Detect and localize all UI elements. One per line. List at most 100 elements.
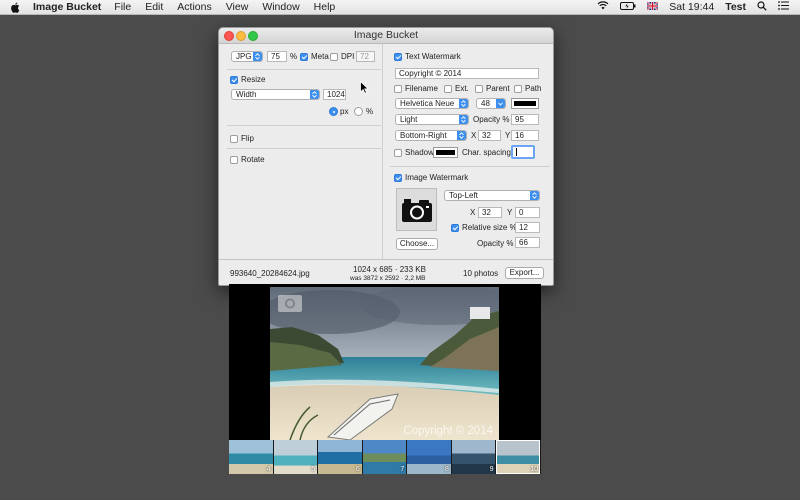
menu-view[interactable]: View [226, 1, 249, 13]
shadow-checkbox[interactable] [394, 149, 402, 157]
thumbnail-number: 9 [489, 466, 494, 473]
resize-mode-popup[interactable]: Width [231, 89, 320, 100]
camera-icon [401, 198, 432, 222]
apple-menu-icon[interactable] [10, 1, 24, 13]
text-opacity-label: Opacity % [473, 115, 510, 124]
menu-help[interactable]: Help [314, 1, 336, 13]
relative-size-field[interactable]: 12 [515, 222, 540, 233]
thumbnail[interactable]: 7 [362, 440, 407, 474]
text-x-field[interactable]: 32 [478, 130, 501, 141]
chevron-updown-icon [310, 90, 319, 99]
text-y-label: Y [505, 131, 511, 140]
resize-mode-value: Width [236, 90, 257, 99]
image-position-popup[interactable]: Top-Left [444, 190, 540, 201]
thumbnail[interactable]: 4 [229, 440, 273, 474]
font-value: Helvetica Neue [400, 99, 455, 108]
thumbnail[interactable]: 8 [407, 440, 451, 474]
wifi-icon[interactable] [597, 1, 609, 13]
mouse-pointer-icon [360, 80, 370, 97]
quality-field[interactable]: 75 [267, 51, 287, 62]
title-bar[interactable]: Image Bucket [219, 28, 553, 44]
resize-label: Resize [241, 75, 266, 84]
dpi-checkbox[interactable] [330, 53, 338, 61]
watermark-image-well[interactable] [396, 188, 437, 231]
image-opacity-field[interactable]: 66 [515, 237, 540, 248]
flip-checkbox[interactable] [230, 135, 238, 143]
font-weight-popup[interactable]: Light [395, 114, 469, 125]
menu-window[interactable]: Window [262, 1, 299, 13]
format-popup[interactable]: JPG [231, 51, 263, 62]
image-position-value: Top-Left [449, 191, 478, 200]
uk-flag-icon[interactable] [646, 1, 659, 13]
char-spacing-label: Char. spacing [462, 148, 511, 157]
chevron-updown-icon [530, 191, 539, 200]
unit-percent-radio[interactable] [354, 107, 363, 116]
separator [227, 148, 381, 149]
thumbnail[interactable]: 6 [318, 440, 362, 474]
relative-size-checkbox[interactable] [451, 224, 459, 232]
panel-divider [382, 44, 383, 259]
image-watermark-label: Image Watermark [405, 173, 469, 182]
rotate-label: Rotate [241, 155, 265, 164]
battery-icon[interactable] [620, 1, 636, 13]
clock[interactable]: Sat 19:44 [669, 1, 714, 13]
spotlight-search-icon[interactable] [757, 0, 767, 14]
user-menu[interactable]: Test [725, 1, 746, 13]
export-button[interactable]: Export... [505, 267, 544, 279]
resize-checkbox[interactable] [230, 76, 238, 84]
chevron-updown-icon [459, 99, 468, 108]
chevron-updown-icon [459, 115, 468, 124]
parent-checkbox[interactable] [475, 85, 483, 93]
text-position-popup[interactable]: Bottom-Right [395, 130, 467, 141]
unit-px-radio[interactable] [329, 107, 338, 116]
ext-label: Ext. [455, 84, 469, 93]
resize-value-field[interactable]: 1024 [323, 89, 346, 100]
shadow-color-well[interactable] [433, 147, 458, 158]
watermark-text-field[interactable]: Copyright © 2014 [395, 68, 539, 79]
chevron-down-icon [496, 99, 505, 108]
preview-photo[interactable]: Copyright © 2014 [270, 287, 499, 440]
text-opacity-field[interactable]: 95 [511, 114, 539, 125]
font-popup[interactable]: Helvetica Neue [395, 98, 469, 109]
ext-checkbox[interactable] [444, 85, 452, 93]
menu-bar: Image Bucket File Edit Actions View Wind… [0, 0, 800, 15]
image-x-field[interactable]: 32 [478, 207, 502, 218]
shadow-label: Shadow [405, 148, 434, 157]
filename-checkbox[interactable] [394, 85, 402, 93]
dpi-label: DPI [341, 52, 355, 61]
menu-actions[interactable]: Actions [177, 1, 211, 13]
thumbnail-selected[interactable]: 10 [496, 440, 541, 474]
photo-count: 10 photos [463, 269, 499, 278]
thumbnail-number: 5 [311, 466, 316, 473]
image-bucket-window: Image Bucket JPG 75 % Meta DPI 72 Resize… [218, 27, 554, 286]
app-menu[interactable]: Image Bucket [33, 1, 101, 13]
unit-percent-label: % [366, 107, 374, 116]
rotate-checkbox[interactable] [230, 156, 238, 164]
char-spacing-field[interactable] [511, 145, 535, 159]
thumbnail-number: 10 [530, 466, 539, 473]
thumbnail[interactable]: 9 [451, 440, 496, 474]
dpi-field[interactable]: 72 [356, 51, 375, 62]
image-watermark-checkbox[interactable] [394, 174, 402, 182]
thumbnail[interactable]: 5 [273, 440, 318, 474]
path-checkbox[interactable] [514, 85, 522, 93]
text-watermark-checkbox[interactable] [394, 53, 402, 61]
format-value: JPG [236, 52, 252, 61]
font-size-combo[interactable]: 48 [476, 98, 506, 109]
menu-edit[interactable]: Edit [145, 1, 163, 13]
font-size-value: 48 [481, 99, 490, 108]
image-opacity-label: Opacity % [477, 239, 514, 248]
current-dimensions: 1024 x 685 · 233 KB [353, 265, 426, 274]
menu-file[interactable]: File [114, 1, 131, 13]
image-y-field[interactable]: 0 [515, 207, 540, 218]
text-x-label: X [471, 131, 477, 140]
original-dimensions: was 3872 x 2592 · 2,2 MB [350, 275, 426, 282]
text-watermark-label: Text Watermark [405, 52, 461, 61]
text-color-well[interactable] [511, 98, 539, 109]
notification-center-icon[interactable] [778, 1, 789, 13]
meta-checkbox[interactable] [300, 53, 308, 61]
watermark-preview-text: Copyright © 2014 [403, 425, 493, 437]
parent-label: Parent [486, 84, 510, 93]
choose-image-button[interactable]: Choose... [396, 238, 438, 250]
text-y-field[interactable]: 16 [511, 130, 539, 141]
